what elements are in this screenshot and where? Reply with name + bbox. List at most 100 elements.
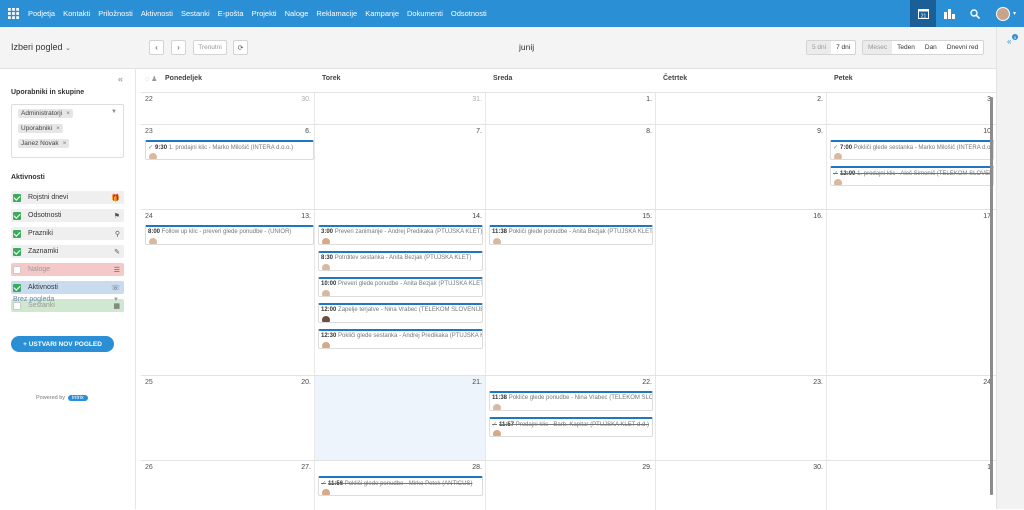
activity-filter-odsotnosti[interactable]: Odsotnosti ⚑ <box>11 209 124 222</box>
nav-item-sestanki[interactable]: Sestanki <box>181 9 210 18</box>
chip-uporabniki: Uporabniki × <box>18 124 63 133</box>
calendar-event[interactable]: 12:00 Zapelje terjatve - Nina Vrabec (TE… <box>318 303 483 323</box>
activity-filter-prazniki[interactable]: Prazniki ⚲ <box>11 227 124 240</box>
activity-filter-naloge[interactable]: Naloge ☰ <box>11 263 124 276</box>
calendar-event[interactable]: 12:30 Pokliči glede sestanka - Andrej Pr… <box>318 329 483 349</box>
avatar <box>322 316 330 322</box>
days-option-5[interactable]: 5 dni <box>807 41 832 54</box>
week-number: 26 <box>145 464 153 471</box>
phone-icon: ☏ <box>111 284 120 292</box>
activity-filter-zaznamki[interactable]: Zaznamki ✎ <box>11 245 124 258</box>
nav-item-dokumenti[interactable]: Dokumenti <box>407 9 443 18</box>
nav-item-kampanje[interactable]: Kampanje <box>365 9 399 18</box>
nav-item-projekti[interactable]: Projekti <box>252 9 277 18</box>
calendar-event[interactable]: 10:00 Preveri glede ponudbe - Anita Bezj… <box>318 277 483 297</box>
event-title: Pokliči glede ponudbe - Mirko Petek (ANT… <box>344 481 473 487</box>
day-cell[interactable]: 29. <box>485 461 655 510</box>
calendar-event[interactable]: 11:38 Pokliči glede ponudbe - Anita Bezj… <box>489 225 653 245</box>
event-text: 3:00 Preveri zanimanje - Andrej Predikak… <box>321 229 482 235</box>
day-cell[interactable]: 31. <box>314 93 485 125</box>
view-select[interactable]: Izberi pogled ⌄ <box>11 42 71 52</box>
right-panel-strip: « 5 <box>996 27 1024 509</box>
calendar-event[interactable]: ✓ 9:30 1. prodajni klic - Marko Milošič (… <box>145 140 314 160</box>
checkbox[interactable] <box>13 283 21 292</box>
remove-icon[interactable]: × <box>56 125 60 132</box>
nav-item-odsotnosti[interactable]: Odsotnosti <box>451 9 487 18</box>
check-icon: ✓ <box>321 481 327 487</box>
day-cell[interactable]: 30. <box>655 461 826 510</box>
day-cell[interactable]: 23. <box>655 376 826 461</box>
nav-item-aktivnosti[interactable]: Aktivnosti <box>141 9 173 18</box>
reports-chart-icon[interactable] <box>936 0 962 27</box>
calendar-event[interactable]: ✓ 11:57 Prodajni klic - Barb. Kapitar (PT… <box>489 417 653 437</box>
nav-item-e-po-ta[interactable]: E-pošta <box>218 9 244 18</box>
nav-item-kontakti[interactable]: Kontakti <box>63 9 90 18</box>
checkbox[interactable] <box>13 229 21 238</box>
next-button[interactable]: › <box>171 40 186 55</box>
remove-icon[interactable]: × <box>63 140 67 147</box>
range-option-month[interactable]: Mesec <box>863 41 893 54</box>
avatar <box>322 489 330 495</box>
calendar-event[interactable]: 8:00 Follow up klic - preveri glede ponu… <box>145 225 314 245</box>
nav-item-podjetja[interactable]: Podjetja <box>28 9 55 18</box>
calendar-view-icon[interactable]: 21 <box>910 0 936 27</box>
calendar-event[interactable]: ✓ 7:00 Pokliči glede sestanka - Marko Mil… <box>830 140 994 160</box>
calendar-event[interactable]: 11:38 Pokliče glede ponudbe - Nina Vrabe… <box>489 391 653 411</box>
day-cell[interactable]: 2. <box>655 93 826 125</box>
day-cell[interactable]: 1. <box>826 461 996 510</box>
apps-grid-icon[interactable] <box>0 0 26 27</box>
event-time: 11:38 <box>492 229 508 235</box>
event-title: Pokliče glede ponudbe - Nina Vrabec (TEL… <box>508 395 652 401</box>
activities-heading: Aktivnosti <box>11 174 45 181</box>
day-cell[interactable]: 6. 23 <box>141 125 314 210</box>
today-button[interactable]: Trenutni <box>193 40 227 55</box>
day-cell[interactable]: 17. <box>826 210 996 376</box>
nav-item-reklamacije[interactable]: Reklamacije <box>316 9 357 18</box>
range-option-day[interactable]: Dan <box>920 41 942 54</box>
collapse-sidebar-icon[interactable]: « <box>118 74 123 84</box>
day-cell[interactable]: 27. 26 <box>141 461 314 510</box>
nav-item-naloge[interactable]: Naloge <box>285 9 309 18</box>
expand-panel-icon[interactable]: « <box>1007 37 1011 46</box>
scrollbar[interactable] <box>990 97 993 495</box>
prev-button[interactable]: ‹ <box>149 40 164 55</box>
calendar-event[interactable]: 8:30 Potrditev sestanka - Anita Bezjak (… <box>318 251 483 271</box>
day-cell[interactable]: 20. 25 <box>141 376 314 461</box>
no-view-select[interactable]: Brez pogleda <box>13 296 54 303</box>
range-option-agenda[interactable]: Dnevni red <box>942 41 983 54</box>
days-option-7[interactable]: 7 dni <box>831 41 855 54</box>
calendar-event[interactable]: ✓ 11:56 Pokliči glede ponudbe - Mirko Pet… <box>318 476 483 496</box>
create-view-button[interactable]: + USTVARI NOV POGLED <box>11 336 114 352</box>
event-text: 12:00 Zapelje terjatve - Nina Vrabec (TE… <box>321 307 482 313</box>
avatar <box>322 342 330 348</box>
day-cell[interactable]: 30. 22 <box>141 93 314 125</box>
users-select[interactable]: Administratorji × Uporabniki × Janez Novak… <box>11 104 124 158</box>
checkbox[interactable] <box>13 193 21 202</box>
day-number: 30. <box>301 96 311 103</box>
day-cell[interactable]: 7. <box>314 125 485 210</box>
activity-filter-rojstni-dnevi[interactable]: Rojstni dnevi 🎁 <box>11 191 124 204</box>
event-time: 8:30 <box>321 255 334 261</box>
checkbox[interactable] <box>13 265 21 274</box>
activity-filter-aktivnosti[interactable]: Aktivnosti ☏ <box>11 281 124 294</box>
range-option-week[interactable]: Teden <box>892 41 920 54</box>
user-menu[interactable]: ▾ <box>988 0 1024 27</box>
day-cell[interactable]: 9. <box>655 125 826 210</box>
nav-item-prilo-nosti[interactable]: Priložnosti <box>98 9 133 18</box>
calendar-toolbar: Izberi pogled ⌄ ‹ › Trenutni ⟳ junij 5 d… <box>0 27 996 69</box>
calendar-event[interactable]: 3:00 Preveri zanimanje - Andrej Predikak… <box>318 225 483 245</box>
search-icon[interactable] <box>962 0 988 27</box>
activity-label: Rojstni dnevi <box>28 194 69 201</box>
day-cell[interactable]: 1. <box>485 93 655 125</box>
day-cell[interactable]: 24. <box>826 376 996 461</box>
day-cell[interactable]: 21. <box>314 376 485 461</box>
refresh-button[interactable]: ⟳ <box>233 40 248 55</box>
day-cell[interactable]: 3. <box>826 93 996 125</box>
calendar-event[interactable]: ✓ 12:00 1. prodajni klic - Aleš Simonič (… <box>830 166 994 186</box>
day-cell[interactable]: 16. <box>655 210 826 376</box>
event-time: 12:00 <box>321 307 337 313</box>
remove-icon[interactable]: × <box>66 110 70 117</box>
day-cell[interactable]: 8. <box>485 125 655 210</box>
checkbox[interactable] <box>13 247 21 256</box>
checkbox[interactable] <box>13 211 21 220</box>
